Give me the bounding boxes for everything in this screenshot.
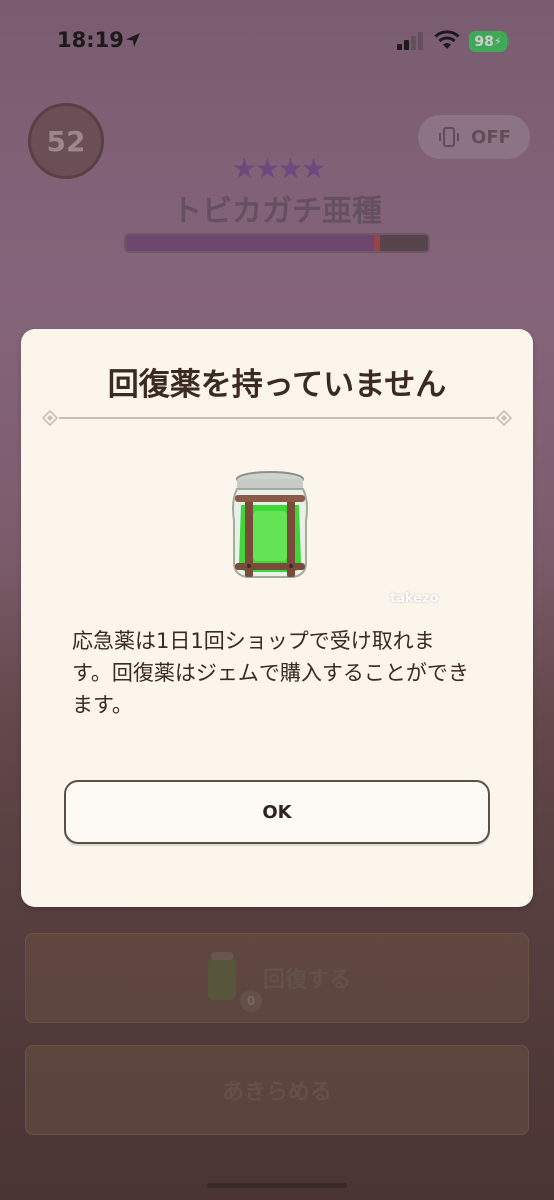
ok-button-label: OK — [262, 801, 292, 823]
home-indicator — [207, 1183, 347, 1188]
no-potion-dialog: 回復薬を持っていません takezo 応急薬は1日1回ショップで受け取れます。回… — [21, 329, 533, 907]
recovery-potion-icon — [232, 471, 308, 578]
dialog-title: 回復薬を持っていません — [107, 367, 447, 403]
watermark-text: takezo — [390, 591, 439, 606]
ornamental-divider — [41, 410, 513, 426]
ok-button[interactable]: OK — [64, 780, 490, 844]
dialog-message: 応急薬は1日1回ショップで受け取れます。回復薬はジェムで購入することができます。 — [72, 629, 469, 717]
